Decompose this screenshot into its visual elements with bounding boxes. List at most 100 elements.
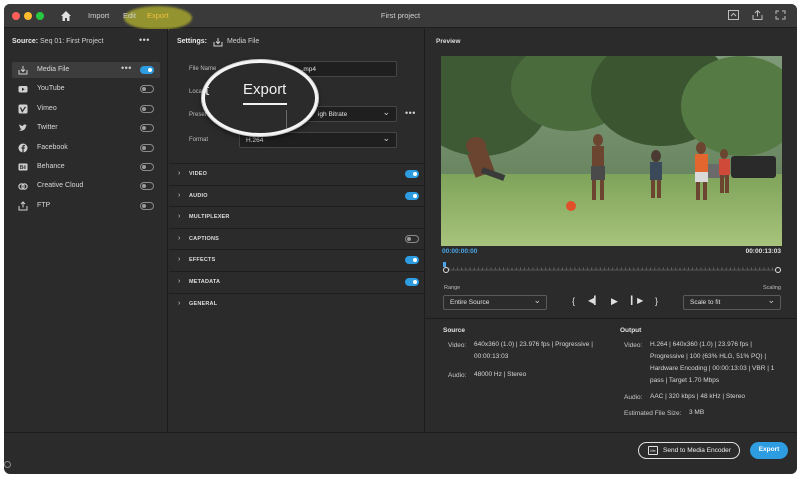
section-toggle[interactable]	[405, 256, 419, 265]
close-window-button[interactable]	[12, 12, 20, 20]
source-more-icon[interactable]: •••	[139, 35, 150, 45]
media-encoder-icon: Me	[648, 446, 658, 455]
in-point-handle[interactable]	[443, 267, 449, 273]
section-multiplexer[interactable]: › MULTIPLEXER	[169, 206, 425, 227]
destination-toggle[interactable]	[140, 104, 154, 113]
destination-ftp[interactable]: FTP	[12, 198, 160, 214]
section-toggle[interactable]	[405, 278, 419, 286]
settings-label: Settings:	[177, 38, 207, 45]
source-video-line: 640x360 (1.0) | 23.976 fps | Progressive…	[474, 341, 593, 348]
download-icon	[18, 66, 28, 75]
scaling-dropdown[interactable]: Scale to fit	[683, 295, 781, 310]
out-point-handle[interactable]	[775, 267, 781, 273]
output-video-line: pass | Target 1.70 Mbps	[650, 377, 720, 384]
minimize-window-button[interactable]	[24, 12, 32, 20]
output-video-line: H.264 | 640x360 (1.0) | 23.976 fps |	[650, 341, 752, 348]
file-size-label: Estimated File Size:	[624, 410, 682, 417]
range-label: Range	[444, 285, 461, 291]
playhead[interactable]	[443, 262, 446, 267]
preset-value: igh Bitrate	[318, 111, 348, 118]
section-label: AUDIO	[189, 192, 208, 199]
destination-label: Twitter	[37, 124, 58, 132]
preview-panel: Preview 00:00:00:00 00:00:13:03 Range En…	[426, 29, 797, 432]
section-video[interactable]: › VIDEO	[169, 163, 425, 184]
preset-more-icon[interactable]: •••	[405, 108, 416, 118]
format-value: H.264	[246, 137, 264, 144]
source-panel: Source: Seq 01: First Project ••• Media …	[4, 29, 168, 432]
destination-toggle[interactable]	[140, 143, 154, 152]
section-effects[interactable]: › EFFECTS	[169, 249, 425, 270]
output-video-details: H.264 | 640x360 (1.0) | 23.976 fps | Pro…	[650, 339, 774, 387]
destination-media-file[interactable]: Media File •••	[12, 62, 160, 78]
section-toggle[interactable]	[405, 170, 419, 178]
chevron-right-icon: ›	[178, 213, 181, 221]
preview-divider	[426, 318, 797, 319]
step-forward-button[interactable]: ▎▶	[631, 296, 643, 305]
destination-more-icon[interactable]: •••	[121, 63, 132, 73]
step-back-button[interactable]: ◀▎	[588, 296, 600, 305]
nav-import[interactable]: Import	[88, 11, 109, 20]
status-indicator-icon	[4, 461, 11, 468]
chevron-right-icon: ›	[178, 278, 181, 285]
section-toggle[interactable]	[405, 191, 419, 200]
destination-vimeo[interactable]: Vimeo	[12, 101, 160, 117]
mark-in-button[interactable]: {	[572, 296, 575, 306]
destination-toggle[interactable]	[140, 201, 154, 210]
file-size-value: 3 MB	[689, 409, 705, 416]
section-captions[interactable]: › CAPTIONS	[169, 227, 425, 249]
section-audio[interactable]: › AUDIO	[169, 184, 425, 206]
vimeo-icon	[18, 104, 28, 114]
chevron-right-icon: ›	[178, 234, 181, 242]
chevron-right-icon: ›	[178, 170, 181, 177]
section-general[interactable]: › GENERAL	[169, 292, 425, 314]
send-to-media-encoder-label: Send to Media Encoder	[663, 447, 731, 454]
output-video-label: Video:	[624, 342, 643, 349]
quick-export-icon[interactable]	[728, 10, 739, 20]
chevron-right-icon: ›	[178, 191, 181, 199]
range-value: Entire Source	[450, 299, 490, 306]
destination-behance[interactable]: Bē Behance	[12, 159, 160, 175]
creative-cloud-icon	[18, 183, 28, 191]
destination-twitter[interactable]: Twitter	[12, 120, 160, 136]
destination-label: FTP	[37, 201, 51, 209]
nav-export[interactable]: Export	[147, 11, 169, 20]
source-info-title: Source	[443, 327, 466, 334]
section-toggle[interactable]	[405, 234, 419, 243]
destination-facebook[interactable]: Facebook	[12, 140, 160, 156]
video-preview[interactable]	[441, 56, 782, 246]
play-button[interactable]: ▶	[611, 296, 618, 307]
share-icon[interactable]	[752, 10, 763, 20]
timeline-scrubber[interactable]	[441, 262, 782, 274]
source-label: Source:	[12, 38, 39, 45]
file-name-label: File Name	[189, 66, 217, 72]
destination-creative-cloud[interactable]: Creative Cloud	[12, 178, 160, 194]
chevron-right-icon: ›	[178, 299, 181, 307]
magnifier-fragment: t	[205, 82, 210, 99]
scaling-value: Scale to fit	[690, 299, 721, 306]
range-dropdown[interactable]: Entire Source	[443, 295, 547, 310]
export-button[interactable]: Export	[750, 442, 788, 459]
mark-out-button[interactable]: }	[655, 296, 658, 306]
section-metadata[interactable]: › METADATA	[169, 271, 425, 292]
youtube-icon	[18, 86, 28, 93]
destination-toggle[interactable]	[140, 182, 154, 191]
preview-title: Preview	[436, 38, 461, 45]
output-audio-details: AAC | 320 kbps | 48 kHz | Stereo	[650, 391, 745, 403]
magnifier-underline	[243, 103, 287, 105]
destination-toggle[interactable]	[140, 163, 154, 171]
destination-toggle[interactable]	[140, 85, 154, 94]
nav-edit[interactable]: Edit	[123, 11, 136, 20]
scaling-label: Scaling	[762, 285, 781, 291]
media-file-icon	[213, 38, 223, 47]
destination-youtube[interactable]: YouTube	[12, 81, 160, 97]
source-audio-details: 48000 Hz | Stereo	[474, 369, 526, 381]
destination-toggle[interactable]	[140, 124, 154, 133]
destination-toggle[interactable]	[140, 66, 154, 74]
magnifier-export-label: Export	[243, 81, 287, 98]
zoom-window-button[interactable]	[36, 12, 44, 20]
fullscreen-icon[interactable]	[775, 10, 786, 20]
send-to-media-encoder-button[interactable]: Me Send to Media Encoder	[638, 442, 740, 459]
home-icon[interactable]	[60, 10, 72, 22]
chevron-right-icon: ›	[178, 256, 181, 264]
settings-value: Media File	[227, 38, 260, 45]
